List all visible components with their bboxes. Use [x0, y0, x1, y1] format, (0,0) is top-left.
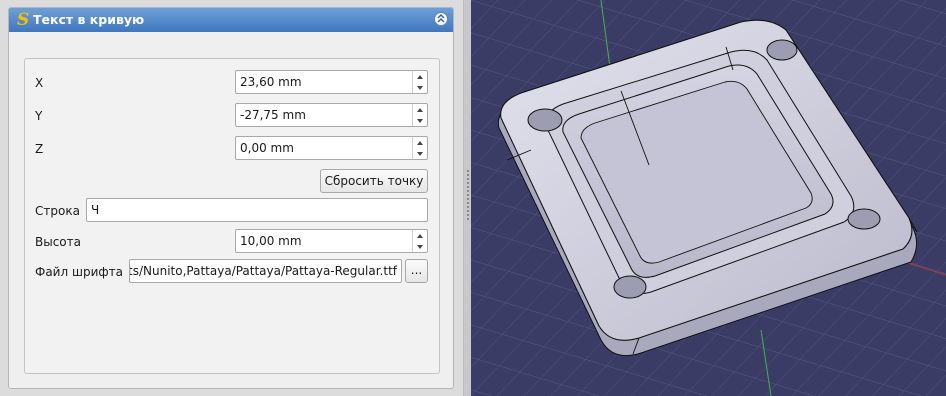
- height-value: 10,00 mm: [240, 234, 302, 248]
- collapse-up-icon[interactable]: [434, 12, 448, 26]
- font-file-path: ts/Nunito,Pattaya/Pattaya/Pattaya-Regula…: [129, 264, 397, 278]
- string-label: Строка: [35, 204, 80, 218]
- x-label: X: [35, 76, 44, 90]
- y-step-down-icon[interactable]: [413, 115, 427, 126]
- x-step-up-icon[interactable]: [413, 71, 427, 82]
- splitter-grip[interactable]: [467, 170, 469, 220]
- x-spinbox[interactable]: 23,60 mm: [235, 70, 428, 94]
- z-step-down-icon[interactable]: [413, 148, 427, 159]
- 3d-scene: [471, 0, 946, 396]
- 3d-viewport[interactable]: [471, 0, 946, 396]
- x-value: 23,60 mm: [240, 75, 302, 89]
- y-spinbox[interactable]: -27,75 mm: [235, 103, 428, 127]
- height-spinbox[interactable]: 10,00 mm: [235, 229, 428, 253]
- z-step-up-icon[interactable]: [413, 137, 427, 148]
- reset-point-button[interactable]: Сбросить точку: [320, 169, 428, 193]
- panel-title: Текст в кривую: [33, 12, 145, 27]
- z-value: 0,00 mm: [240, 141, 294, 155]
- string-input[interactable]: Ч: [86, 198, 428, 222]
- z-label: Z: [35, 142, 44, 156]
- shapestring-panel: S Текст в кривую X 23,60 mm Y -27,75 mm …: [8, 7, 454, 389]
- height-step-up-icon[interactable]: [413, 230, 427, 241]
- task-panel-area: S Текст в кривую X 23,60 mm Y -27,75 mm …: [0, 0, 463, 396]
- shapestring-groupbox: X 23,60 mm Y -27,75 mm Z 0,00 mm Сбросит…: [24, 58, 440, 374]
- browse-font-button[interactable]: ...: [405, 259, 428, 283]
- shapestring-icon: S: [17, 10, 30, 30]
- panel-splitter[interactable]: [463, 0, 471, 396]
- height-label: Высота: [35, 235, 81, 249]
- y-step-up-icon[interactable]: [413, 104, 427, 115]
- font-file-label: Файл шрифта: [35, 265, 123, 279]
- panel-titlebar[interactable]: S Текст в кривую: [9, 8, 453, 32]
- z-spinbox[interactable]: 0,00 mm: [235, 136, 428, 160]
- y-value: -27,75 mm: [240, 108, 306, 122]
- y-label: Y: [35, 109, 43, 123]
- font-file-input[interactable]: ts/Nunito,Pattaya/Pattaya/Pattaya-Regula…: [129, 259, 402, 283]
- height-step-down-icon[interactable]: [413, 241, 427, 252]
- x-step-down-icon[interactable]: [413, 82, 427, 93]
